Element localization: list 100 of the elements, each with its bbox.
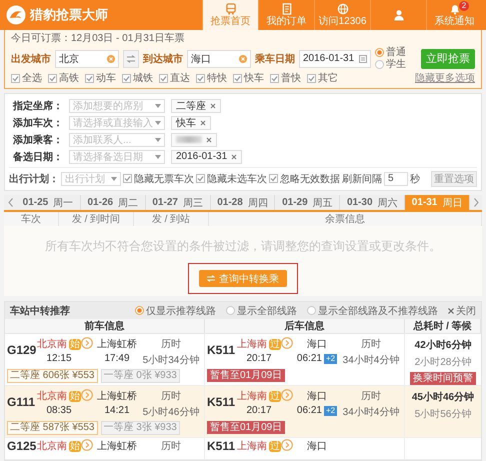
caret-icon xyxy=(155,138,161,142)
remove-icon[interactable] xyxy=(231,154,238,160)
column-header: 前车信息 xyxy=(5,319,205,333)
caret-icon xyxy=(155,154,161,158)
bell-icon xyxy=(448,2,460,14)
remove-icon[interactable] xyxy=(200,120,206,126)
date-tab[interactable]: 01-31 周日 xyxy=(405,195,470,210)
radio-button[interactable] xyxy=(375,60,384,69)
check-icon xyxy=(123,75,130,82)
nav-tab[interactable]: 抢票首页 xyxy=(202,0,258,30)
transfer-search-button[interactable]: 查询中转换乘 xyxy=(199,270,287,287)
checkbox[interactable] xyxy=(122,74,131,83)
checkbox-label: 其它 xyxy=(318,72,338,85)
duration: 34小时4分钟 xyxy=(342,406,400,419)
checkbox[interactable] xyxy=(196,74,205,83)
checkbox[interactable] xyxy=(233,74,242,83)
field-label: 添加乘客： xyxy=(12,133,63,146)
station-name: 上海南 xyxy=(237,338,267,351)
remove-icon[interactable] xyxy=(210,102,216,108)
clear-icon[interactable] xyxy=(107,54,115,62)
train-number: G125 xyxy=(7,439,37,453)
date-tab[interactable]: 01-28 周四 xyxy=(210,195,276,210)
transfer-icon xyxy=(207,275,215,282)
dropdown-field[interactable]: 添加想要的席别 xyxy=(69,98,165,112)
notification-badge: 2 xyxy=(459,1,469,11)
station-name: 北京南 xyxy=(37,390,67,403)
station-name: 上海南 xyxy=(237,440,267,453)
remove-icon[interactable] xyxy=(206,136,212,142)
checkbox[interactable] xyxy=(269,174,278,183)
day-offset-badge: +2 xyxy=(324,354,338,364)
caret-icon xyxy=(155,120,161,124)
check-icon xyxy=(160,75,167,82)
check-icon xyxy=(234,75,241,82)
checkbox[interactable] xyxy=(196,174,205,183)
check-icon xyxy=(49,75,56,82)
station-name: 海口 xyxy=(307,440,327,453)
date-field[interactable]: 2016-01-31 xyxy=(299,50,371,68)
checkbox[interactable] xyxy=(85,74,94,83)
chevron-right-icon xyxy=(474,198,479,207)
station-badge: 始 xyxy=(69,338,81,350)
date-tab[interactable]: 01-29 周五 xyxy=(275,195,340,210)
dropdown-field[interactable]: 请选择备选日期 xyxy=(69,150,165,164)
train-number: K511 xyxy=(207,439,236,453)
station-badge: 始 xyxy=(69,390,81,402)
field-label: 出发城市 xyxy=(11,52,51,66)
date-tab[interactable]: 01-26 周二 xyxy=(80,195,146,210)
radio-button[interactable] xyxy=(307,306,316,315)
checkbox-label: 直达 xyxy=(170,72,190,85)
interval-field[interactable]: 5 xyxy=(384,172,408,186)
seat-tag: 二等座 587张 ¥553 xyxy=(7,421,98,435)
globe-icon xyxy=(336,2,348,14)
hide-options-link[interactable]: 隐藏更多选项 xyxy=(415,72,475,85)
checkbox-label: 快车 xyxy=(244,72,264,85)
radio-button[interactable] xyxy=(375,48,384,57)
duration-label: 历时 xyxy=(361,390,381,403)
train-number: G111 xyxy=(7,394,36,409)
date-tab[interactable]: 01-25 周一 xyxy=(16,195,81,210)
checkbox-label: 隐藏未选车次 xyxy=(207,172,267,186)
radio-button[interactable] xyxy=(226,306,235,315)
checkbox[interactable] xyxy=(11,74,20,83)
checkbox[interactable] xyxy=(270,74,279,83)
checkbox[interactable] xyxy=(48,74,57,83)
dropdown-field[interactable]: 添加联系人... xyxy=(69,132,165,146)
dropdown-field[interactable]: 出行计划 xyxy=(61,172,121,186)
section-title: 车站中转推荐 xyxy=(10,304,70,318)
duration: 5小时46分钟 xyxy=(142,406,200,419)
check-icon xyxy=(197,175,204,182)
radio-button[interactable] xyxy=(135,306,144,315)
checkbox[interactable] xyxy=(123,174,132,183)
radio-label: 显示全部线路及不推荐线路 xyxy=(318,304,438,318)
grab-tickets-button[interactable]: 立即抢票 xyxy=(421,48,475,68)
checkbox-label: 全选 xyxy=(22,72,42,85)
check-icon xyxy=(86,75,93,82)
swap-button[interactable] xyxy=(123,50,139,68)
station-name: 北京南 xyxy=(37,440,67,453)
dropdown-field[interactable]: 请选择或直接输入 xyxy=(69,116,165,130)
date-tab[interactable]: 01-27 周三 xyxy=(146,195,211,210)
field-label: 备选日期： xyxy=(12,150,63,164)
total-time: 45小时46分钟 xyxy=(412,390,474,404)
station-name: 北京南 xyxy=(37,338,67,351)
field-label: 出行计划： xyxy=(9,172,59,186)
field-label: 添加车次： xyxy=(12,116,63,130)
sale-notice: 暂售至01月09日 xyxy=(207,421,286,434)
field-label: 刷新间隔 xyxy=(342,172,382,186)
field-label: 到达城市 xyxy=(143,52,183,66)
arrival-field[interactable]: 海口 xyxy=(187,50,251,68)
close-icon xyxy=(448,308,454,314)
bus-icon xyxy=(224,2,236,14)
caret-icon xyxy=(155,104,161,108)
radio-label: 仅显示推荐线路 xyxy=(146,304,216,318)
reset-button[interactable]: 重置选项 xyxy=(431,170,477,186)
checkbox[interactable] xyxy=(307,74,316,83)
clear-icon[interactable] xyxy=(239,54,247,62)
checkbox-label: 动车 xyxy=(96,72,116,85)
column-header: 总耗时 / 等候 xyxy=(405,319,481,333)
close-button[interactable]: 关闭 xyxy=(448,304,476,318)
calendar-icon xyxy=(359,54,367,62)
filter-tag: 2016-01-31 xyxy=(171,150,242,164)
checkbox[interactable] xyxy=(159,74,168,83)
departure-field[interactable]: 北京 xyxy=(55,50,119,68)
